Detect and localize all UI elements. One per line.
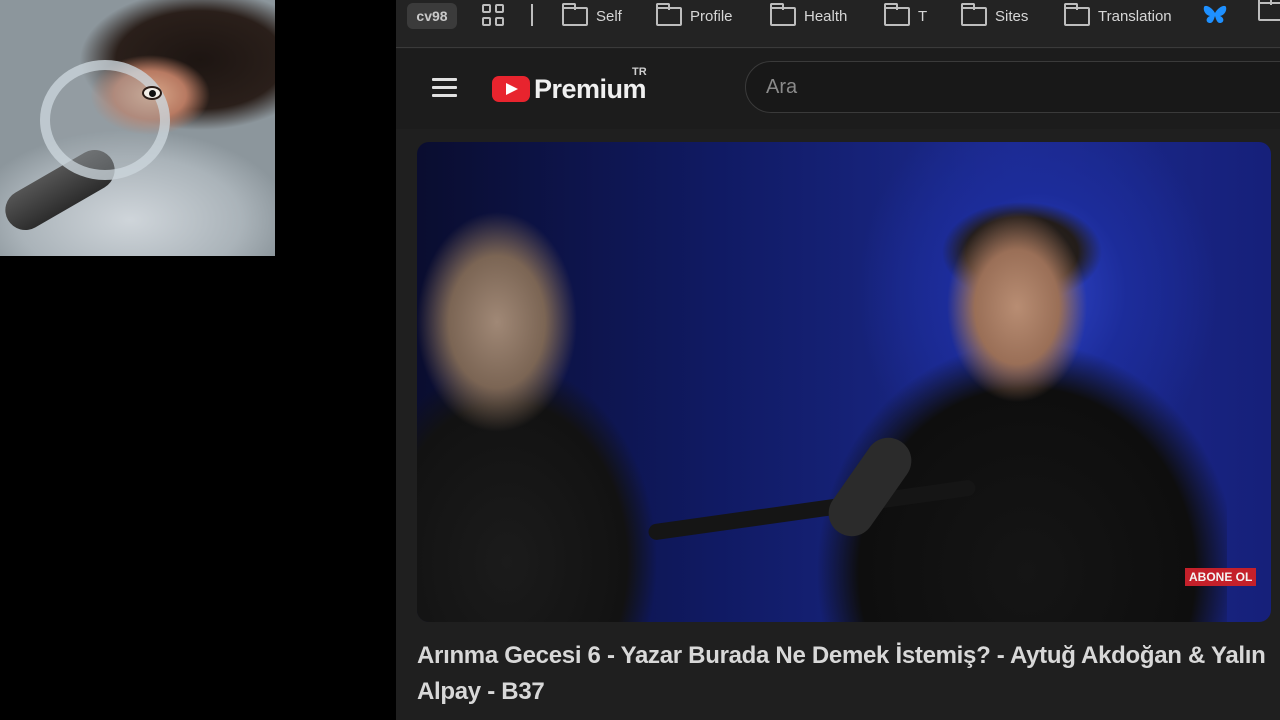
bookmark-label: Self	[596, 7, 622, 25]
folder-icon	[770, 2, 796, 26]
guest-figure	[807, 182, 1227, 622]
hamburger-menu-icon[interactable]	[432, 78, 457, 98]
bookmark-folder-self[interactable]: Self	[562, 2, 622, 30]
youtube-play-icon	[492, 76, 530, 102]
bookmark-label: Translation	[1098, 7, 1172, 25]
folder-icon	[562, 2, 588, 26]
logo-region: TR	[632, 66, 647, 78]
folder-icon	[656, 2, 682, 26]
webcam-overlay	[0, 0, 275, 256]
bookmark-label: Sites	[995, 7, 1029, 25]
folder-icon	[1064, 2, 1090, 26]
youtube-premium-logo[interactable]: Premium TR	[492, 66, 647, 104]
bookmark-label: Health	[804, 7, 848, 25]
folder-icon	[961, 2, 987, 26]
bookmark-label: Profile	[690, 7, 733, 25]
search-input[interactable]: Ara	[745, 61, 1280, 113]
video-title: Arınma Gecesi 6 - Yazar Burada Ne Demek …	[417, 642, 1266, 705]
browser-window: cv98 Self Profile Health T Sites Transla…	[396, 0, 1280, 720]
bookmark-folder-t[interactable]: T	[884, 2, 927, 30]
cpap-mask	[40, 60, 170, 180]
bookmark-separator	[531, 4, 533, 26]
apps-grid-icon[interactable]	[482, 4, 506, 28]
subscribe-badge[interactable]: ABONE OL	[1185, 568, 1257, 586]
bookmarks-bar: cv98 Self Profile Health T Sites Transla…	[396, 0, 1280, 48]
interviewer-figure	[417, 142, 657, 622]
bookmark-folder-overflow[interactable]	[1258, 0, 1280, 26]
butterfly-icon[interactable]	[1202, 4, 1228, 26]
folder-icon	[1258, 0, 1280, 21]
profile-chip[interactable]: cv98	[407, 3, 457, 29]
folder-icon	[884, 2, 910, 26]
youtube-masthead: Premium TR Ara	[396, 49, 1280, 129]
bookmark-folder-profile[interactable]: Profile	[656, 2, 733, 30]
bookmark-folder-translation[interactable]: Translation	[1064, 2, 1172, 30]
bookmark-folder-health[interactable]: Health	[770, 2, 847, 30]
eye	[142, 86, 162, 100]
bookmark-folder-sites[interactable]: Sites	[961, 2, 1028, 30]
video-player[interactable]: ABONE OL	[417, 142, 1271, 622]
bookmark-label: T	[918, 7, 928, 25]
logo-text: Premium	[534, 73, 647, 104]
